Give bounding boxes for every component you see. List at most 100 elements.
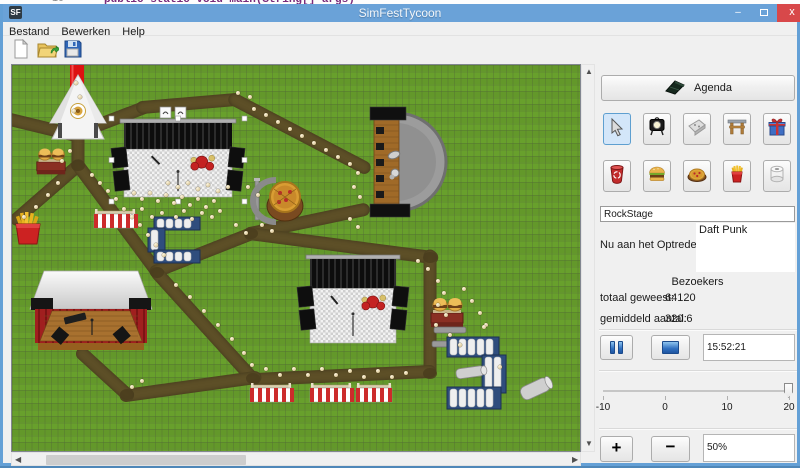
tool-spotlight-button[interactable] xyxy=(643,113,671,145)
visitor-dot xyxy=(162,253,166,257)
scroll-right-icon[interactable]: ▶ xyxy=(572,456,578,464)
visitor-dot xyxy=(312,141,316,145)
visitors-header: Bezoekers xyxy=(600,276,795,288)
visitor-dot xyxy=(130,385,134,389)
stat-total-label: totaal geweest: xyxy=(600,292,674,304)
map-food_pizza[interactable] xyxy=(258,175,306,225)
visitor-dot xyxy=(98,181,102,185)
visitor-dot xyxy=(426,267,430,271)
slider-tick xyxy=(789,396,790,400)
visitor-dot xyxy=(196,187,200,191)
visitor-dot xyxy=(264,113,268,117)
map-striped_stand[interactable] xyxy=(250,383,292,403)
save-icon xyxy=(63,46,83,63)
visitor-dot xyxy=(436,279,440,283)
visitor-dot xyxy=(234,223,238,227)
gift-icon xyxy=(766,116,788,143)
visitor-dot xyxy=(288,127,292,131)
close-button[interactable]: x xyxy=(777,4,800,22)
footpath[interactable] xyxy=(119,370,263,403)
visitor-dot xyxy=(448,333,452,337)
tool-pizza-button[interactable] xyxy=(683,160,711,192)
open-button[interactable] xyxy=(37,39,59,61)
map-acoustic_stage[interactable] xyxy=(354,107,440,217)
titlebar[interactable]: SF SimFestTycoon – x xyxy=(3,4,797,22)
visitor-dot xyxy=(74,81,78,85)
visitor-dot xyxy=(182,209,186,213)
toilet-icon xyxy=(767,163,787,190)
visitor-dot xyxy=(106,189,110,193)
visitor-dot xyxy=(300,134,304,138)
visitor-dot xyxy=(140,207,144,211)
visitor-dot xyxy=(132,191,136,195)
tool-fries-button[interactable] xyxy=(723,160,751,192)
footpath[interactable] xyxy=(149,264,263,388)
visitor-dot xyxy=(434,323,438,327)
speed-slider[interactable]: -1001020 xyxy=(601,380,795,420)
slider-tick-label: 20 xyxy=(783,402,794,413)
tool-toilet-button[interactable] xyxy=(763,160,791,192)
zoom-level-display[interactable]: 50% xyxy=(703,434,795,462)
stage-name-input[interactable] xyxy=(600,206,795,222)
tool-gift-button[interactable] xyxy=(763,113,791,145)
slider-track[interactable] xyxy=(603,390,793,392)
tool-trash-button[interactable] xyxy=(603,160,631,192)
pause-button[interactable] xyxy=(600,335,633,360)
visitor-dot xyxy=(114,197,118,201)
new-button[interactable] xyxy=(11,39,33,61)
visitor-dot xyxy=(156,199,160,203)
map-big_stage[interactable] xyxy=(298,255,408,347)
visitor-dot xyxy=(404,371,408,375)
separator xyxy=(599,428,797,430)
visitor-dot xyxy=(160,211,164,215)
map-food_fries[interactable] xyxy=(12,208,46,248)
map-striped_stand[interactable] xyxy=(94,209,136,229)
map-barrier_u[interactable] xyxy=(148,217,200,263)
tool-burger-button[interactable] xyxy=(643,160,671,192)
tool-path-button[interactable] xyxy=(683,113,711,145)
visitor-dot xyxy=(174,283,178,287)
maximize-icon xyxy=(760,9,768,16)
horizontal-scroll-thumb[interactable] xyxy=(46,455,246,465)
minimize-button[interactable]: – xyxy=(725,4,751,22)
save-button[interactable] xyxy=(63,39,85,61)
scroll-up-icon[interactable]: ▲ xyxy=(585,68,593,76)
map-pipe[interactable] xyxy=(519,374,556,401)
stat-total-value: 64120 xyxy=(665,292,696,304)
visitor-dot xyxy=(164,193,168,197)
map-viewport[interactable] xyxy=(11,64,581,452)
agenda-label: Agenda xyxy=(694,82,732,94)
scroll-left-icon[interactable]: ◀ xyxy=(15,456,21,464)
visitor-dot xyxy=(264,367,268,371)
vertical-scrollbar[interactable]: ▲ ▼ xyxy=(581,64,595,452)
menubar: BestandBewerkenHelp xyxy=(3,22,797,36)
visitor-dot xyxy=(202,309,206,313)
tool-stage-button[interactable] xyxy=(723,113,751,145)
now-playing-listbox[interactable]: Daft Punk xyxy=(696,223,795,272)
map-striped_stand[interactable] xyxy=(310,383,352,403)
map-tent[interactable] xyxy=(48,73,108,143)
open-icon xyxy=(37,46,59,63)
maximize-button[interactable] xyxy=(751,4,777,22)
fries-icon xyxy=(727,163,747,190)
scroll-down-icon[interactable]: ▼ xyxy=(585,440,593,448)
visitor-dot xyxy=(320,367,324,371)
zoom-in-button[interactable]: + xyxy=(600,436,633,462)
visitor-dot xyxy=(416,259,420,263)
horizontal-scrollbar[interactable]: ◀ ▶ xyxy=(11,452,581,466)
zoom-out-button[interactable]: − xyxy=(651,436,690,462)
agenda-button[interactable]: Agenda xyxy=(601,75,795,101)
visitor-dot xyxy=(306,373,310,377)
stop-button[interactable] xyxy=(651,335,690,360)
map-signs[interactable] xyxy=(160,107,186,119)
map-barn_stage[interactable] xyxy=(30,271,152,361)
visitor-dot xyxy=(216,189,220,193)
tool-select-button[interactable] xyxy=(603,113,631,145)
map-striped_stand[interactable] xyxy=(356,383,392,403)
agenda-book-icon xyxy=(664,79,686,98)
time-display[interactable]: 15:52:21 xyxy=(703,334,795,361)
slider-tick-label: 10 xyxy=(721,402,732,413)
visitor-dot xyxy=(348,217,352,221)
footpath[interactable] xyxy=(135,92,242,114)
visitor-dot xyxy=(226,185,230,189)
